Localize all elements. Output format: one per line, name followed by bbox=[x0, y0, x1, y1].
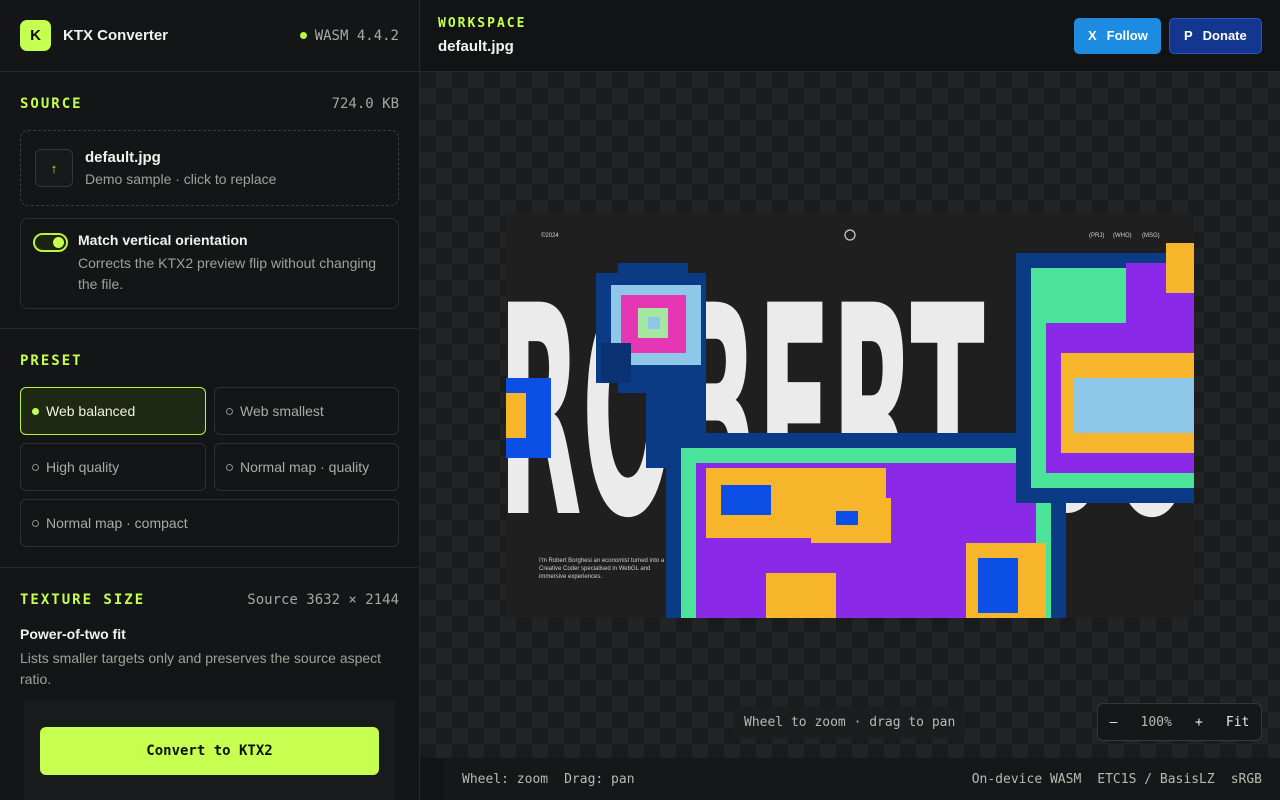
preset-normal-map-quality[interactable]: Normal map · quality bbox=[214, 443, 399, 491]
file-name: default.jpg bbox=[85, 149, 161, 166]
convert-button[interactable]: Convert to KTX2 bbox=[40, 727, 379, 775]
sidebar: K KTX Converter WASM 4.4.2 SOURCE 724.0 … bbox=[0, 0, 420, 800]
preset-grid: Web balanced Web smallest High quality N… bbox=[20, 387, 399, 547]
runtime-status: WASM 4.4.2 bbox=[299, 27, 399, 44]
preview-nav-prj: (PRJ) bbox=[1089, 233, 1104, 239]
preset-web-balanced[interactable]: Web balanced bbox=[20, 387, 206, 435]
preset-label: Web balanced bbox=[46, 403, 136, 419]
workspace-file: default.jpg bbox=[438, 38, 514, 55]
workspace-label: WORKSPACE bbox=[438, 16, 527, 31]
paypal-icon: P bbox=[1184, 28, 1193, 43]
app-title: KTX Converter bbox=[63, 27, 169, 44]
workspace-header: WORKSPACE default.jpg X Follow P Donate bbox=[420, 0, 1280, 72]
convert-footer: Convert to KTX2 bbox=[24, 700, 395, 800]
orientation-title: Match vertical orientation bbox=[78, 232, 248, 248]
radio-icon bbox=[32, 519, 39, 527]
preset-label: Web smallest bbox=[240, 403, 324, 419]
orientation-toggle[interactable] bbox=[33, 233, 68, 252]
zoom-level: 100% bbox=[1140, 714, 1172, 730]
preset-label: High quality bbox=[46, 459, 120, 475]
zoom-controls: – 100% + Fit bbox=[1097, 703, 1262, 741]
status-wheel: Wheel: zoom bbox=[462, 771, 549, 787]
toggle-knob bbox=[53, 237, 64, 248]
radio-icon bbox=[226, 407, 233, 415]
runtime-version: WASM 4.4.2 bbox=[314, 27, 399, 44]
preset-section: PRESET Web balanced Web smallest High qu… bbox=[0, 329, 419, 568]
donate-label: Donate bbox=[1202, 28, 1247, 43]
preset-title: PRESET bbox=[20, 353, 83, 369]
preset-high-quality[interactable]: High quality bbox=[20, 443, 206, 491]
source-title: SOURCE bbox=[20, 96, 83, 112]
file-dropzone[interactable]: ↑ default.jpg Demo sample · click to rep… bbox=[20, 130, 399, 206]
preset-label: Normal map · compact bbox=[46, 515, 188, 531]
pixel-blob-left bbox=[506, 378, 551, 458]
source-size: 724.0 KB bbox=[331, 96, 399, 112]
orientation-desc: Corrects the KTX2 preview flip without c… bbox=[78, 255, 377, 292]
follow-label: Follow bbox=[1106, 28, 1148, 43]
source-dimensions: Source 3632 × 2144 bbox=[247, 592, 399, 608]
fit-button[interactable]: Fit bbox=[1226, 715, 1249, 730]
texture-size-section: TEXTURE SIZE Source 3632 × 2144 Power-of… bbox=[0, 568, 419, 710]
preview-caption: I'm Robert Borghesi an economist turned … bbox=[539, 558, 665, 580]
status-dot-icon bbox=[299, 32, 307, 39]
fit-title: Power-of-two fit bbox=[20, 626, 126, 642]
orientation-card: Match vertical orientation Corrects the … bbox=[20, 218, 399, 309]
preview-canvas[interactable]: ROBERT BO ©2024 (PRJ) (WHO) (MSG) I'm Ro… bbox=[420, 72, 1280, 758]
preview-artwork: ROBERT BO ©2024 (PRJ) (WHO) (MSG) I'm Ro… bbox=[506, 213, 1194, 618]
radio-icon bbox=[226, 463, 233, 471]
zoom-hint: Wheel to zoom · drag to pan bbox=[734, 706, 966, 738]
pixel-blob-purple bbox=[666, 433, 1066, 618]
status-colorspace: sRGB bbox=[1230, 771, 1262, 787]
upload-icon[interactable]: ↑ bbox=[35, 149, 73, 187]
radio-icon bbox=[32, 407, 39, 415]
preset-web-smallest[interactable]: Web smallest bbox=[214, 387, 399, 435]
preview-caption-wrap: I'm Robert Borghesi an economist turned … bbox=[539, 558, 665, 580]
radio-icon bbox=[32, 463, 39, 471]
file-hint: Demo sample · click to replace bbox=[85, 171, 277, 187]
zoom-out-button[interactable]: – bbox=[1110, 715, 1118, 730]
follow-button[interactable]: X Follow bbox=[1074, 17, 1161, 54]
donate-button[interactable]: P Donate bbox=[1169, 17, 1262, 54]
texture-preview-image[interactable]: ROBERT BO ©2024 (PRJ) (WHO) (MSG) I'm Ro… bbox=[506, 213, 1194, 618]
fit-desc: Lists smaller targets only and preserves… bbox=[20, 650, 382, 687]
pixel-blob-right bbox=[1016, 243, 1194, 503]
status-bar: Wheel: zoom Drag: pan On-device WASM ETC… bbox=[444, 758, 1280, 800]
texture-title: TEXTURE SIZE bbox=[20, 592, 146, 608]
workspace: WORKSPACE default.jpg X Follow P Donate … bbox=[420, 0, 1280, 800]
status-drag: Drag: pan bbox=[564, 771, 635, 787]
source-section: SOURCE 724.0 KB ↑ default.jpg Demo sampl… bbox=[0, 72, 419, 329]
status-runtime: On-device WASM bbox=[971, 771, 1082, 787]
preview-nav-who: (WHO) bbox=[1113, 233, 1132, 239]
status-codec: ETC1S / BasisLZ bbox=[1097, 771, 1215, 787]
preset-normal-map-compact[interactable]: Normal map · compact bbox=[20, 499, 399, 547]
app-logo: K bbox=[20, 20, 51, 51]
preview-nav-msg: (MSG) bbox=[1142, 233, 1160, 239]
sidebar-header: K KTX Converter WASM 4.4.2 bbox=[0, 0, 419, 72]
zoom-in-button[interactable]: + bbox=[1195, 715, 1203, 730]
preset-label: Normal map · quality bbox=[240, 459, 370, 475]
x-logo-icon: X bbox=[1088, 28, 1097, 43]
preview-year: ©2024 bbox=[541, 232, 559, 239]
